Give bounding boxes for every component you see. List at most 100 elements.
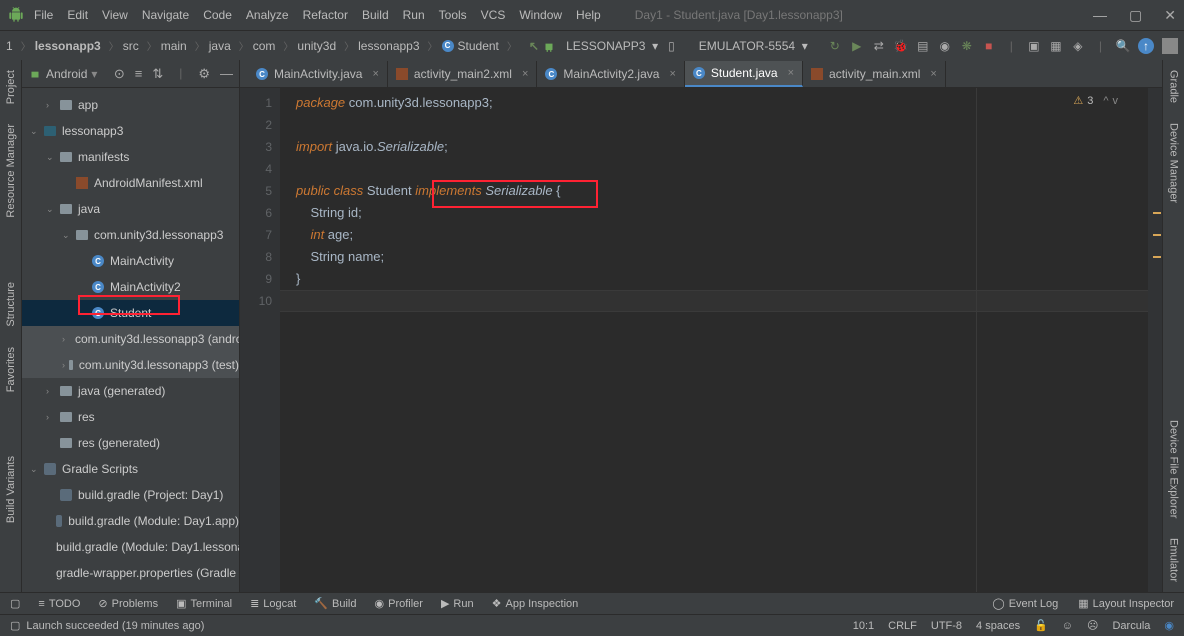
user-icon[interactable] [1162, 38, 1178, 54]
readonly-icon[interactable]: 🔓 [1034, 619, 1048, 632]
menu-navigate[interactable]: Navigate [142, 8, 189, 22]
tab-device-manager[interactable]: Device Manager [1166, 113, 1182, 213]
menu-refactor[interactable]: Refactor [303, 8, 348, 22]
tab-gradle[interactable]: Gradle [1166, 60, 1182, 113]
updates-icon[interactable]: ↑ [1138, 38, 1154, 54]
tool-window-button[interactable]: ▢ [10, 597, 20, 610]
expand-all-icon[interactable]: ≡ [135, 66, 143, 82]
tree-item[interactable]: ⌄java [22, 196, 239, 222]
event-log-tab[interactable]: ◯ Event Log [992, 597, 1058, 610]
tree-item[interactable]: build.gradle (Module: Day1.app) [22, 508, 239, 534]
menu-edit[interactable]: Edit [67, 8, 88, 22]
menu-vcs[interactable]: VCS [481, 8, 506, 22]
profiler-icon[interactable]: ◉ [938, 39, 952, 53]
menu-window[interactable]: Window [519, 8, 562, 22]
tab-structure[interactable]: Structure [3, 272, 19, 337]
marker-strip[interactable] [1148, 88, 1162, 592]
crumb[interactable]: src [123, 39, 139, 53]
minimize-button[interactable]: — [1093, 7, 1107, 24]
menu-analyze[interactable]: Analyze [246, 8, 289, 22]
inspection-badge[interactable]: ⚠3 ^v [1073, 94, 1118, 107]
tab-resource-manager[interactable]: Resource Manager [3, 114, 19, 228]
crumb[interactable]: lessonapp3 [35, 39, 101, 53]
crumb[interactable]: Student [458, 39, 499, 53]
tree-item[interactable]: ⌄manifests [22, 144, 239, 170]
profiler-tab[interactable]: ◉ Profiler [375, 597, 423, 610]
tree-item[interactable]: CStudent [22, 300, 239, 326]
tree-item[interactable]: AndroidManifest.xml [22, 170, 239, 196]
tree-item[interactable]: build.gradle (Project: Day1) [22, 482, 239, 508]
terminal-tab[interactable]: ▣ Terminal [176, 597, 232, 610]
crumb[interactable]: 1 [6, 39, 13, 53]
tab-project[interactable]: Project [3, 60, 19, 114]
app-inspection-tab[interactable]: ❖ App Inspection [492, 597, 579, 610]
tree-item[interactable]: ›java (generated) [22, 378, 239, 404]
settings-icon[interactable]: ⚙ [198, 66, 210, 82]
tree-item[interactable]: CMainActivity [22, 248, 239, 274]
coverage-icon[interactable]: ▤ [916, 39, 930, 53]
menu-run[interactable]: Run [403, 8, 425, 22]
apply-changes-icon[interactable]: ⇄ [872, 39, 886, 53]
indent-setting[interactable]: 4 spaces [976, 620, 1020, 632]
theme-name[interactable]: Darcula [1112, 620, 1150, 632]
logcat-tab[interactable]: ≣ Logcat [250, 597, 296, 610]
memory-icon[interactable]: ◉ [1164, 619, 1174, 632]
tab-favorites[interactable]: Favorites [3, 337, 19, 402]
line-separator[interactable]: CRLF [888, 620, 917, 632]
editor-tab[interactable]: activity_main2.xml× [388, 61, 537, 87]
run-tab[interactable]: ▶ Run [441, 597, 474, 610]
tab-emulator[interactable]: Emulator [1166, 528, 1182, 592]
editor-tab[interactable]: CMainActivity.java× [248, 61, 388, 87]
menu-build[interactable]: Build [362, 8, 389, 22]
crumb[interactable]: unity3d [297, 39, 336, 53]
tree-item[interactable]: ›com.unity3d.lessonapp3 (test) [22, 352, 239, 378]
editor-tab[interactable]: activity_main.xml× [803, 61, 946, 87]
back-icon[interactable]: ↖ [529, 39, 539, 53]
run-config-dropdown[interactable]: LESSONAPP3 ▾ [566, 39, 658, 53]
layout-inspector-tab[interactable]: ▦ Layout Inspector [1078, 597, 1174, 610]
build-tab[interactable]: 🔨 Build [314, 597, 356, 610]
editor-tab[interactable]: CMainActivity2.java× [537, 61, 684, 87]
close-tab-icon[interactable]: × [522, 68, 528, 80]
tree-item[interactable]: ⌄Gradle Scripts [22, 456, 239, 482]
collapse-all-icon[interactable]: ⇅ [152, 66, 163, 82]
editor-tab[interactable]: CStudent.java× [685, 61, 803, 87]
project-view-dropdown[interactable]: Android ▾ [28, 67, 97, 81]
tree-item[interactable]: CMainActivity2 [22, 274, 239, 300]
close-tab-icon[interactable]: × [788, 67, 794, 79]
menu-file[interactable]: File [34, 8, 53, 22]
crumb[interactable]: java [209, 39, 231, 53]
hide-icon[interactable]: — [220, 66, 233, 82]
close-button[interactable]: ✕ [1164, 7, 1176, 24]
sync-icon[interactable]: ↻ [828, 39, 842, 53]
tab-device-file-explorer[interactable]: Device File Explorer [1166, 410, 1182, 528]
sdk-manager-icon[interactable]: ▦ [1049, 39, 1063, 53]
maximize-button[interactable]: ▢ [1129, 7, 1142, 24]
tree-item[interactable]: gradle-wrapper.properties (Gradle Versio… [22, 560, 239, 586]
tree-item[interactable]: ⌄lessonapp3 [22, 118, 239, 144]
tree-item[interactable]: ⌄com.unity3d.lessonapp3 [22, 222, 239, 248]
file-encoding[interactable]: UTF-8 [931, 620, 962, 632]
avd-manager-icon[interactable]: ▣ [1027, 39, 1041, 53]
crumb[interactable]: lessonapp3 [358, 39, 419, 53]
tab-build-variants[interactable]: Build Variants [3, 446, 19, 533]
todo-tab[interactable]: ≡ TODO [38, 598, 80, 610]
emoji-icon[interactable]: ☺ [1062, 620, 1073, 632]
close-tab-icon[interactable]: × [930, 68, 936, 80]
debug-icon[interactable]: 🐞 [894, 39, 908, 53]
stop-icon[interactable]: ■ [982, 39, 996, 53]
menu-code[interactable]: Code [203, 8, 232, 22]
attach-debugger-icon[interactable]: ❋ [960, 39, 974, 53]
close-tab-icon[interactable]: × [669, 68, 675, 80]
select-opened-file-icon[interactable]: ⊙ [114, 66, 125, 82]
problems-tab[interactable]: ⊘ Problems [98, 597, 158, 610]
resource-manager-icon[interactable]: ◈ [1071, 39, 1085, 53]
device-dropdown[interactable]: EMULATOR-5554 ▾ [699, 39, 808, 53]
power-save-icon[interactable]: ☹ [1087, 619, 1098, 632]
run-icon[interactable]: ▶ [850, 39, 864, 53]
cursor-position[interactable]: 10:1 [853, 620, 874, 632]
menu-tools[interactable]: Tools [439, 8, 467, 22]
code-editor[interactable]: package com.unity3d.lessonapp3; import j… [280, 88, 1148, 592]
tree-item[interactable]: ›app [22, 92, 239, 118]
close-tab-icon[interactable]: × [372, 68, 378, 80]
